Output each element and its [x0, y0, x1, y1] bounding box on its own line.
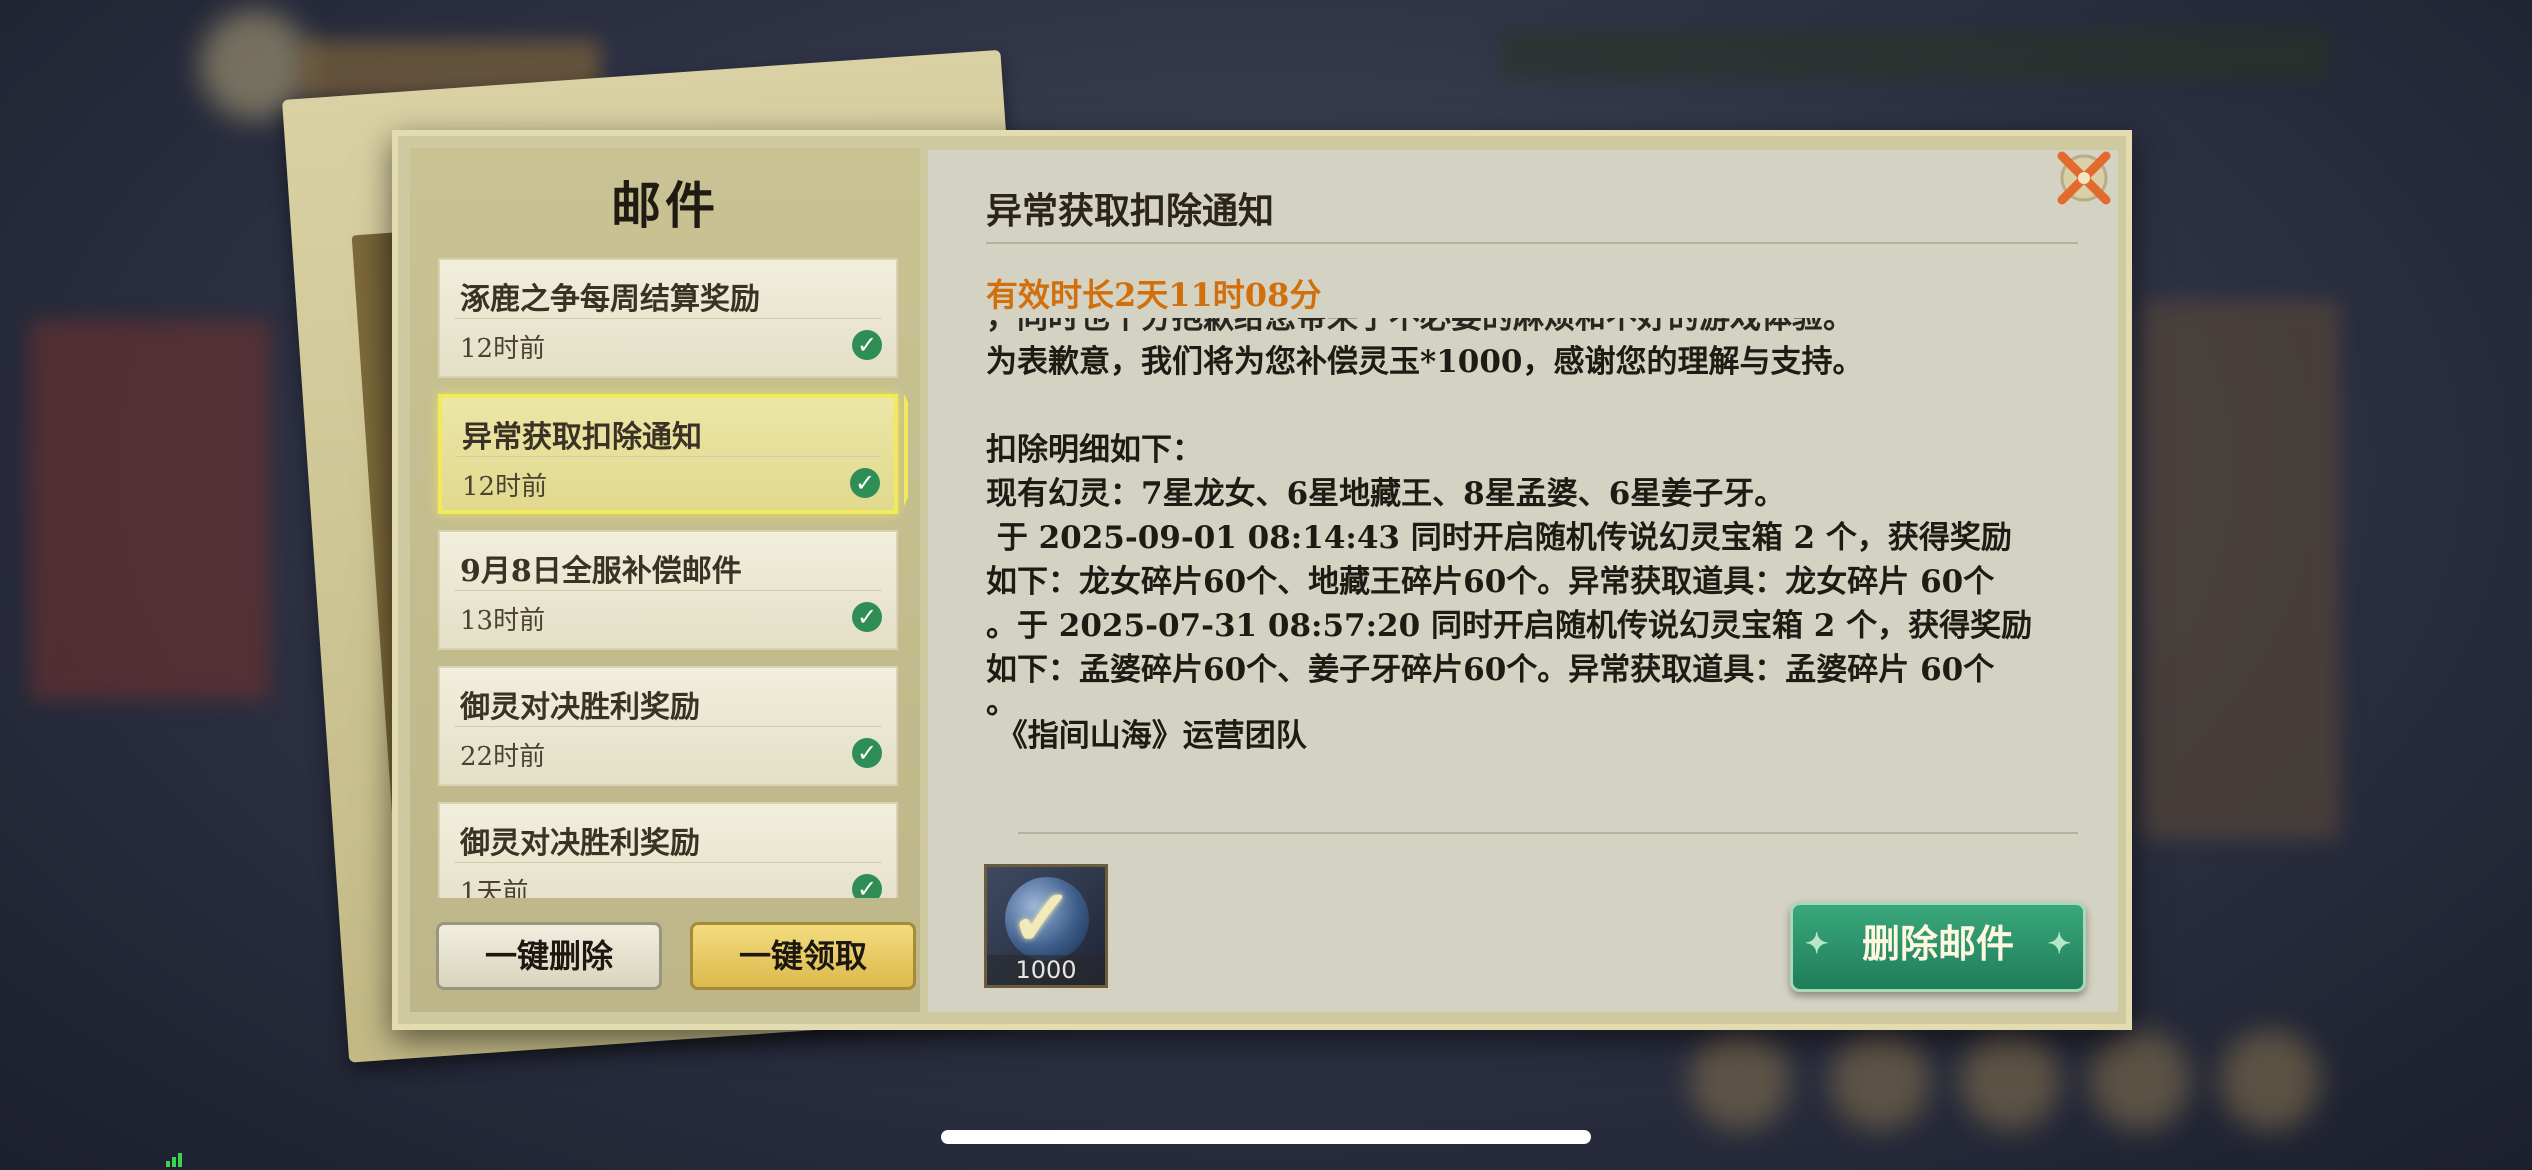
background-button [1960, 1030, 2060, 1130]
mail-list-column: 邮件 涿鹿之争每周结算奖励 12时前 ✓ 异常获取扣除通知 12时前 ✓ 9月8… [410, 148, 920, 1012]
background-button [2090, 1030, 2190, 1130]
mail-list-item[interactable]: 御灵对决胜利奖励 1天前 ✓ [438, 802, 898, 898]
mail-list[interactable]: 涿鹿之争每周结算奖励 12时前 ✓ 异常获取扣除通知 12时前 ✓ 9月8日全服… [428, 258, 908, 898]
mail-item-title: 异常获取扣除通知 [462, 420, 702, 455]
mail-panel: 邮件 涿鹿之争每周结算奖励 12时前 ✓ 异常获取扣除通知 12时前 ✓ 9月8… [392, 130, 2132, 1030]
mail-item-title: 9月8日全服补偿邮件 [460, 554, 742, 589]
mail-detail-column: 异常获取扣除通知 有效时长2天11时08分 ，同时也十分抱歉给您带来了不必要的麻… [928, 150, 2118, 1012]
close-icon[interactable] [2052, 146, 2116, 210]
mail-item-divider [454, 862, 882, 863]
mail-body-line: 现有幻灵：7星龙女、6星地藏王、8星孟婆、6星姜子牙。 [986, 476, 1786, 512]
mail-item-time: 12时前 [462, 472, 548, 502]
mail-item-title: 涿鹿之争每周结算奖励 [460, 282, 760, 317]
mail-item-time: 12时前 [460, 334, 546, 364]
background-button [1830, 1030, 1930, 1130]
mail-item-title: 御灵对决胜利奖励 [460, 826, 700, 861]
mail-item-time: 1天前 [460, 878, 529, 898]
delete-mail-label: 删除邮件 [1861, 921, 2014, 966]
mail-item-divider [454, 318, 882, 319]
mail-item-time: 13时前 [460, 606, 546, 636]
background-button [2220, 1030, 2320, 1130]
mail-item-time: 22时前 [460, 742, 546, 772]
home-indicator[interactable] [941, 1130, 1591, 1144]
validity-timer: 有效时长2天11时08分 [986, 276, 1322, 314]
mail-body-signature: 《指间山海》运营团队 [986, 718, 1307, 754]
mail-list-item[interactable]: 9月8日全服补偿邮件 13时前 ✓ [438, 530, 898, 650]
mailbox-title: 邮件 [611, 176, 719, 235]
mail-body-line: 于 2025-09-01 08:14:43 同时开启随机传说幻灵宝箱 2 个，获… [986, 520, 2012, 556]
background-panel-left [30, 320, 270, 700]
sparkle-icon: ✦ [2047, 927, 2071, 960]
mail-list-item[interactable]: 涿鹿之争每周结算奖励 12时前 ✓ [438, 258, 898, 378]
selected-arrow-icon [904, 394, 908, 506]
attachment-quantity: 1000 [987, 955, 1105, 985]
mail-item-title: 御灵对决胜利奖励 [460, 690, 700, 725]
sparkle-icon: ✦ [1805, 927, 1829, 960]
claim-all-button[interactable]: 一键领取 [690, 922, 916, 990]
mail-detail-title: 异常获取扣除通知 [986, 190, 1275, 232]
attachment-slot[interactable]: ✓ 1000 [984, 864, 1108, 988]
mail-item-divider [454, 726, 882, 727]
title-divider [986, 242, 2078, 244]
mail-body-line: 如下：孟婆碎片60个、姜子牙碎片60个。异常获取道具：孟婆碎片 60个 [986, 652, 1995, 688]
mail-item-divider [454, 590, 882, 591]
mail-body-line: 扣除明细如下： [986, 432, 1203, 468]
read-check-icon: ✓ [852, 738, 882, 768]
mail-list-item-selected[interactable]: 异常获取扣除通知 12时前 ✓ [438, 394, 898, 514]
attachment-divider [1018, 832, 2078, 834]
delete-mail-button[interactable]: ✦ 删除邮件 ✦ [1790, 902, 2086, 992]
mail-body-line: ，同时也十分抱歉给您带来了不必要的麻烦和不好的游戏体验。 [986, 318, 1854, 336]
mail-list-item[interactable]: 御灵对决胜利奖励 22时前 ✓ [438, 666, 898, 786]
read-check-icon: ✓ [850, 468, 880, 498]
read-check-icon: ✓ [852, 602, 882, 632]
delete-all-button[interactable]: 一键删除 [436, 922, 662, 990]
claimed-check-icon: ✓ [1009, 873, 1075, 964]
mail-item-divider [456, 456, 880, 457]
read-check-icon: ✓ [852, 330, 882, 360]
background-topbar [1500, 30, 2330, 80]
read-check-icon: ✓ [852, 874, 882, 898]
background-panel-right [2140, 300, 2340, 840]
mail-body-line: 。 [986, 685, 1017, 721]
mail-body[interactable]: ，同时也十分抱歉给您带来了不必要的麻烦和不好的游戏体验。 为表歉意，我们将为您补… [986, 318, 2096, 788]
background-button [1690, 1030, 1790, 1130]
signal-strength-icon [166, 1148, 184, 1167]
mail-body-line: 为表歉意，我们将为您补偿灵玉*1000，感谢您的理解与支持。 [986, 344, 1864, 380]
mail-body-line: 如下：龙女碎片60个、地藏王碎片60个。异常获取道具：龙女碎片 60个 [986, 564, 1995, 600]
mail-body-line [986, 384, 2096, 428]
mail-body-line: 。于 2025-07-31 08:57:20 同时开启随机传说幻灵宝箱 2 个，… [986, 608, 2033, 644]
